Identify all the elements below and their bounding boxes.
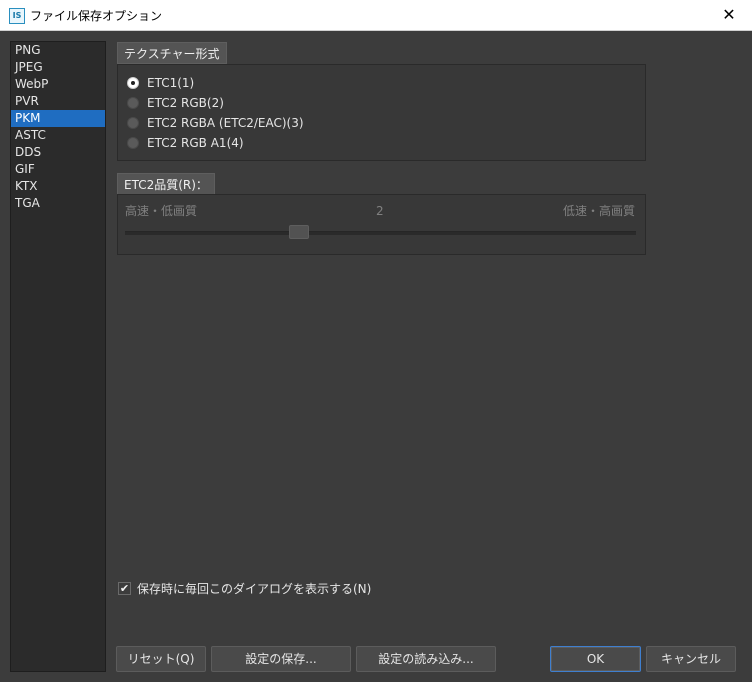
format-list[interactable]: PNG JPEG WebP PVR PKM ASTC DDS GIF KTX T… bbox=[10, 41, 106, 672]
checkmark-icon: ✔ bbox=[119, 582, 130, 595]
format-item-jpeg[interactable]: JPEG bbox=[11, 59, 105, 76]
radio-button-checked[interactable] bbox=[127, 76, 139, 89]
window-title: ファイル保存オプション bbox=[30, 9, 163, 23]
radio-button[interactable] bbox=[127, 116, 139, 129]
radio-label: ETC2 RGBA (ETC2/EAC)(3) bbox=[147, 116, 304, 130]
ok-button[interactable]: OK bbox=[550, 646, 641, 672]
save-settings-button[interactable]: 設定の保存... bbox=[211, 646, 351, 672]
format-item-png[interactable]: PNG bbox=[11, 42, 105, 59]
radio-label: ETC2 RGB(2) bbox=[147, 96, 224, 110]
load-settings-button[interactable]: 設定の読み込み... bbox=[356, 646, 496, 672]
radio-label: ETC1(1) bbox=[147, 76, 195, 90]
format-item-ktx[interactable]: KTX bbox=[11, 178, 105, 195]
quality-slider-handle[interactable] bbox=[288, 225, 309, 239]
close-button[interactable]: ✕ bbox=[706, 0, 752, 30]
app-icon: IS bbox=[9, 8, 25, 24]
radio-label: ETC2 RGB A1(4) bbox=[147, 136, 244, 150]
format-item-pvr[interactable]: PVR bbox=[11, 93, 105, 110]
radio-button[interactable] bbox=[127, 96, 139, 109]
format-item-dds[interactable]: DDS bbox=[11, 144, 105, 161]
texture-format-header: テクスチャー形式 bbox=[117, 42, 227, 64]
close-icon: ✕ bbox=[722, 5, 736, 24]
slider-max-label: 低速・高画質 bbox=[562, 204, 635, 218]
etc2-quality-header: ETC2品質(R)： bbox=[117, 173, 215, 195]
format-item-webp[interactable]: WebP bbox=[11, 76, 105, 93]
radio-etc2-rgba[interactable]: ETC2 RGBA (ETC2/EAC)(3) bbox=[127, 114, 304, 132]
show-dialog-option[interactable]: ✔ 保存時に毎回このダイアログを表示する(N) bbox=[118, 580, 371, 598]
cancel-button[interactable]: キャンセル bbox=[646, 646, 736, 672]
show-dialog-label: 保存時に毎回このダイアログを表示する(N) bbox=[137, 582, 372, 596]
radio-button[interactable] bbox=[127, 136, 139, 149]
radio-etc1[interactable]: ETC1(1) bbox=[127, 74, 194, 92]
slider-value: 2 bbox=[376, 204, 384, 218]
radio-etc2-rgb-a1[interactable]: ETC2 RGB A1(4) bbox=[127, 134, 244, 152]
show-dialog-checkbox[interactable]: ✔ bbox=[118, 582, 131, 595]
title-bar: IS ファイル保存オプション ✕ bbox=[0, 0, 752, 31]
reset-button[interactable]: リセット(Q) bbox=[116, 646, 206, 672]
format-item-pkm[interactable]: PKM bbox=[11, 110, 105, 127]
slider-min-label: 高速・低画質 bbox=[125, 204, 198, 218]
quality-slider-track[interactable] bbox=[125, 231, 636, 235]
format-item-gif[interactable]: GIF bbox=[11, 161, 105, 178]
radio-etc2-rgb[interactable]: ETC2 RGB(2) bbox=[127, 94, 224, 112]
format-item-astc[interactable]: ASTC bbox=[11, 127, 105, 144]
format-item-tga[interactable]: TGA bbox=[11, 195, 105, 212]
